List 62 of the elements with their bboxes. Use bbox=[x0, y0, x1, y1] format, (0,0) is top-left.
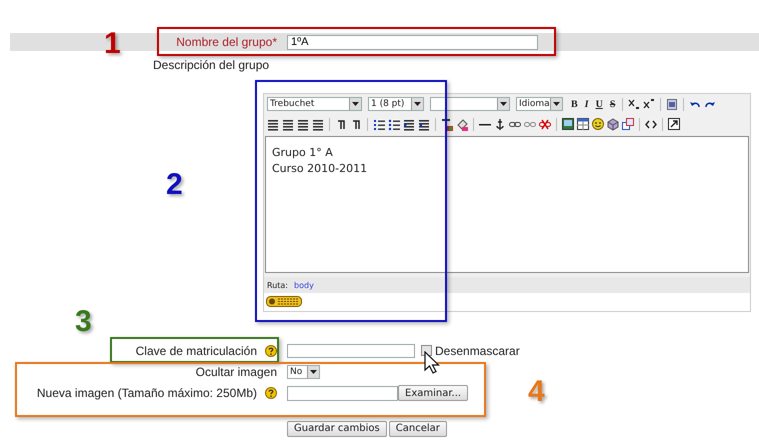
size-dropdown[interactable]: 1 (8 pt) bbox=[368, 97, 424, 111]
field-label: Descripción del grupo bbox=[153, 58, 270, 72]
align-center-icon[interactable] bbox=[282, 118, 294, 130]
align-right-icon[interactable] bbox=[297, 118, 309, 130]
hide-picture-dropdown[interactable]: No bbox=[287, 364, 320, 378]
password-field[interactable] bbox=[287, 344, 415, 358]
numbered-list-icon[interactable] bbox=[373, 118, 385, 130]
fullscreen-icon[interactable] bbox=[668, 118, 680, 130]
help-icon[interactable] bbox=[265, 344, 277, 356]
checkbox-label: Desenmascarar bbox=[435, 344, 520, 358]
text-line: Curso 2010-2011 bbox=[272, 161, 368, 177]
dropdown-arrow-icon[interactable] bbox=[352, 102, 359, 106]
strikethrough-button[interactable]: S bbox=[608, 98, 618, 110]
find-replace-icon[interactable] bbox=[622, 118, 634, 130]
dropdown-arrow-icon[interactable] bbox=[553, 102, 560, 106]
superscript-icon[interactable] bbox=[643, 98, 656, 110]
table-icon[interactable] bbox=[577, 118, 589, 130]
indent-icon[interactable] bbox=[418, 118, 430, 130]
dropdown-arrow-icon[interactable] bbox=[500, 102, 507, 106]
path-link[interactable]: body bbox=[294, 280, 314, 290]
language-dropdown[interactable]: Idioma bbox=[516, 97, 563, 111]
text-color-icon[interactable] bbox=[441, 118, 453, 130]
cancel-button[interactable]: Cancelar bbox=[388, 420, 447, 436]
anchor-icon[interactable] bbox=[494, 118, 506, 130]
image-icon[interactable] bbox=[562, 118, 574, 130]
dropdown-arrow-icon[interactable] bbox=[414, 102, 421, 106]
save-button[interactable]: Guardar cambios bbox=[287, 420, 387, 436]
bold-button[interactable]: B bbox=[569, 98, 580, 110]
annotation-number: 4 bbox=[528, 377, 545, 407]
paste-icon[interactable] bbox=[666, 98, 678, 110]
subscript-icon[interactable] bbox=[628, 98, 640, 110]
paragraph-icon[interactable] bbox=[335, 118, 347, 130]
justify-icon[interactable] bbox=[312, 118, 324, 130]
editor-text-area[interactable]: Grupo 1° A Curso 2010-2011 bbox=[265, 136, 749, 273]
file-path-field[interactable] bbox=[287, 386, 398, 400]
field-label: Ocultar imagen bbox=[196, 364, 277, 378]
text-field[interactable]: 1ºA bbox=[287, 34, 538, 50]
browse-button[interactable]: Examinar... bbox=[398, 385, 468, 401]
italic-button[interactable]: I bbox=[582, 98, 591, 110]
align-left-icon[interactable] bbox=[267, 118, 279, 130]
annotation-number: 2 bbox=[166, 170, 183, 200]
path-label: Ruta: bbox=[267, 280, 288, 290]
help-icon[interactable] bbox=[265, 387, 277, 399]
field-label: Nombre del grupo* bbox=[176, 35, 277, 49]
bullet-list-icon[interactable] bbox=[388, 118, 400, 130]
field-label: Clave de matriculación bbox=[136, 344, 257, 358]
format-dropdown[interactable] bbox=[430, 97, 510, 111]
cube-icon[interactable] bbox=[607, 118, 619, 130]
annotation-number: 1 bbox=[104, 29, 121, 59]
remove-link-icon[interactable] bbox=[539, 118, 551, 130]
help-badge-icon[interactable] bbox=[266, 296, 302, 307]
outdent-icon[interactable] bbox=[403, 118, 415, 130]
highlight-color-icon[interactable] bbox=[456, 118, 468, 130]
checkbox[interactable] bbox=[421, 345, 432, 356]
text-line: Grupo 1° A bbox=[272, 145, 334, 161]
smiley-icon[interactable] bbox=[592, 118, 604, 130]
field-label: Nueva imagen (Tamaño máximo: 250Mb) bbox=[36, 386, 257, 400]
annotation-number: 3 bbox=[75, 307, 92, 337]
font-dropdown[interactable]: Trebuchet bbox=[267, 97, 362, 111]
paragraph-icon[interactable] bbox=[350, 118, 362, 130]
dropdown-arrow-icon[interactable] bbox=[310, 370, 317, 374]
underline-button[interactable]: U bbox=[594, 98, 605, 110]
